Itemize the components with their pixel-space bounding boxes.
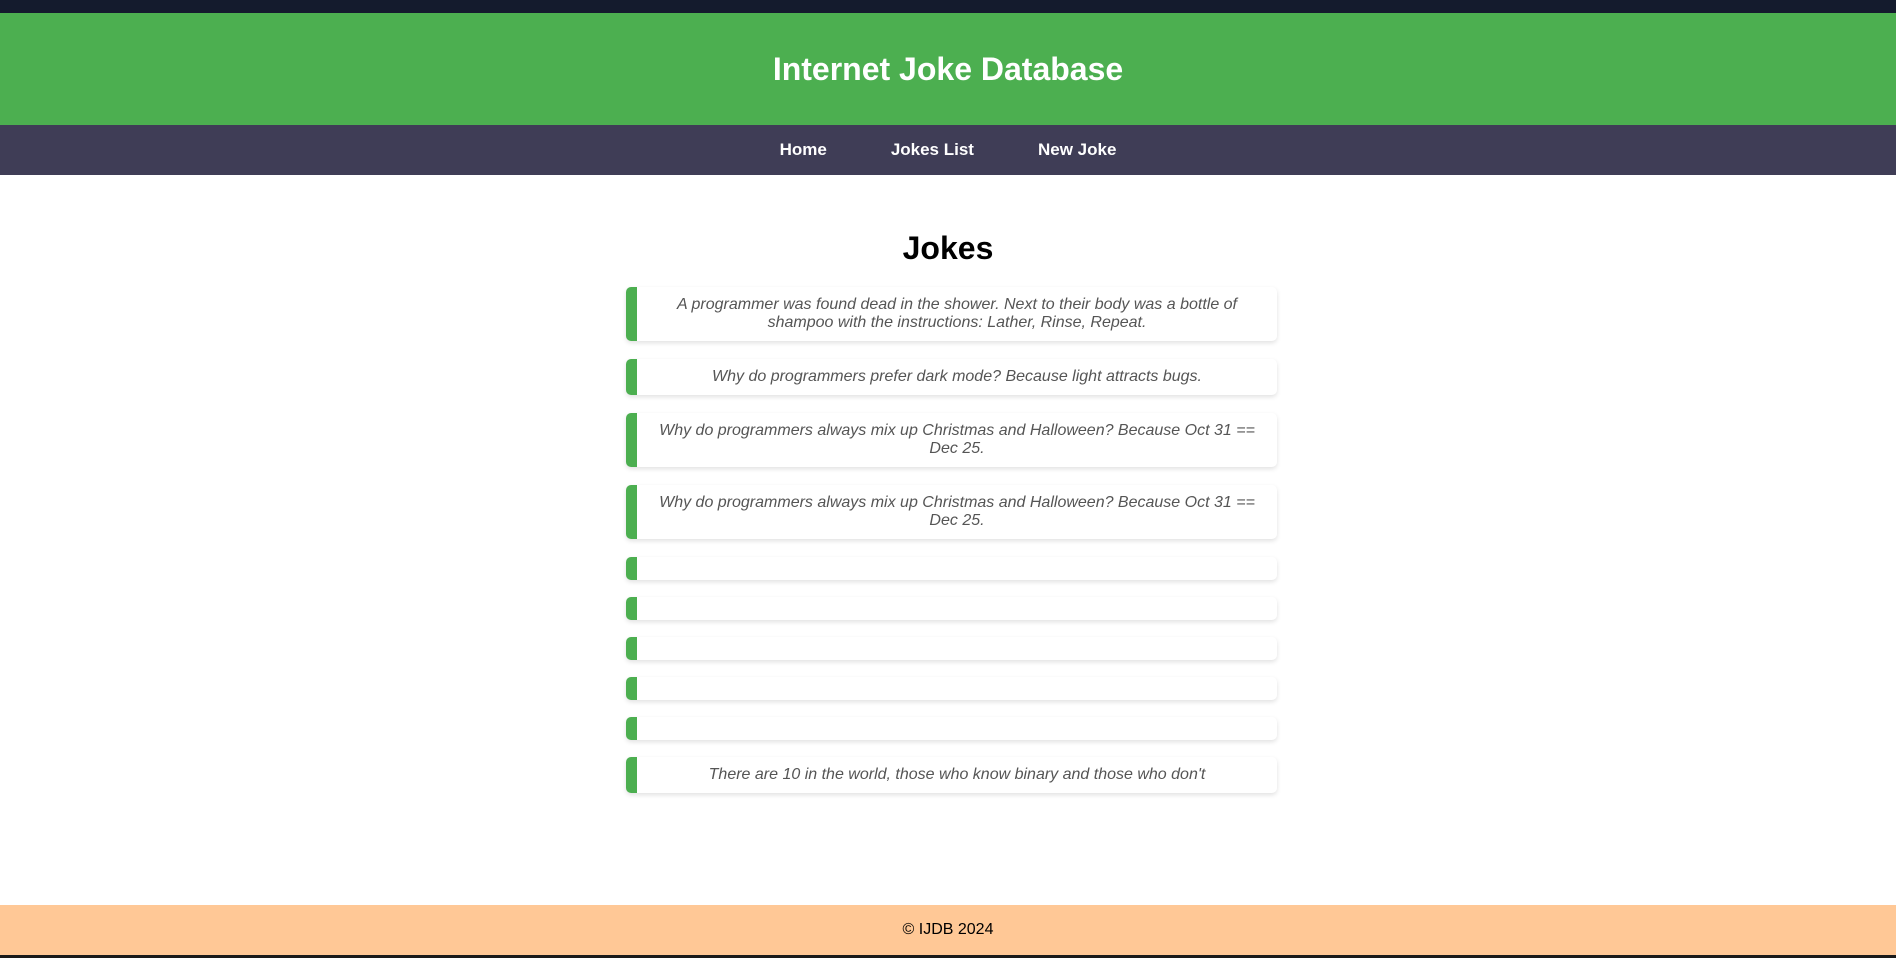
joke-item: Why do programmers prefer dark mode? Bec… [626,359,1277,395]
joke-item: Why do programmers always mix up Christm… [626,485,1277,539]
joke-item: Why do programmers always mix up Christm… [626,413,1277,467]
site-header: Internet Joke Database [0,13,1896,125]
joke-text: Why do programmers always mix up Christm… [659,494,1255,529]
browser-top-strip [0,0,1896,13]
joke-text: A programmer was found dead in the showe… [677,296,1237,331]
nav-link-jokes-list[interactable]: Jokes List [891,140,974,160]
main-nav: Home Jokes List New Joke [0,125,1896,175]
site-footer: © IJDB 2024 [0,905,1896,955]
joke-text: There are 10 in the world, those who kno… [708,766,1206,783]
joke-item-empty [626,637,1277,660]
joke-item-empty [626,557,1277,580]
joke-list: A programmer was found dead in the showe… [626,287,1277,811]
nav-link-new-joke[interactable]: New Joke [1038,140,1116,160]
main-content: Jokes A programmer was found dead in the… [0,175,1896,793]
footer-copyright: © IJDB 2024 [902,921,994,938]
joke-item-empty [626,677,1277,700]
joke-text: Why do programmers prefer dark mode? Bec… [712,368,1202,385]
joke-item-empty [626,717,1277,740]
joke-text: Why do programmers always mix up Christm… [659,422,1255,457]
joke-item: A programmer was found dead in the showe… [626,287,1277,341]
site-title: Internet Joke Database [772,50,1124,87]
joke-item: There are 10 in the world, those who kno… [626,757,1277,793]
joke-item-empty [626,597,1277,620]
page-title: Jokes [902,230,994,266]
nav-link-home[interactable]: Home [780,140,827,160]
